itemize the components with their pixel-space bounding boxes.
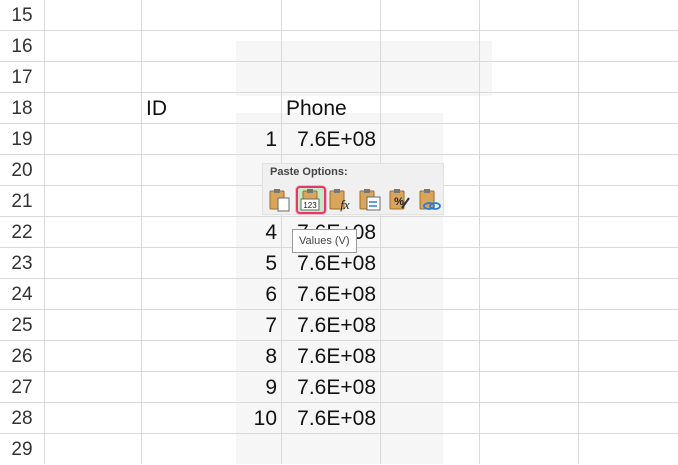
- paste-formulas-button[interactable]: fx: [327, 188, 353, 212]
- sheet-row: 15: [0, 0, 678, 31]
- row-number[interactable]: 26: [0, 341, 44, 372]
- values-number-label: 123: [303, 201, 317, 210]
- values-tooltip: Values (V): [292, 229, 357, 253]
- paste-formulas-icon: fx: [329, 189, 350, 212]
- row-number[interactable]: 27: [0, 372, 44, 403]
- row-number[interactable]: 20: [0, 155, 44, 186]
- row-number[interactable]: 28: [0, 403, 44, 434]
- paste-options-title: Paste Options:: [270, 166, 348, 178]
- row-number[interactable]: 19: [0, 124, 44, 155]
- sheet-row: 29: [0, 434, 678, 465]
- sheet-row: 17: [0, 62, 678, 93]
- id-cell[interactable]: 4: [236, 217, 277, 248]
- paste-formatting-button[interactable]: %: [387, 188, 413, 212]
- phone-cell[interactable]: 7.6E+08: [282, 403, 376, 434]
- row-number[interactable]: 16: [0, 31, 44, 62]
- sheet-row: 25 7 7.6E+08: [0, 310, 678, 341]
- transpose-button[interactable]: [357, 188, 383, 212]
- paste-link-icon: [419, 189, 441, 210]
- phone-header-cell[interactable]: Phone: [286, 93, 347, 124]
- paste-icon: [269, 189, 290, 212]
- sheet-row: 18 ID Phone: [0, 93, 678, 124]
- paste-values-button[interactable]: 123: [296, 186, 326, 214]
- id-cell[interactable]: 8: [236, 341, 277, 372]
- phone-cell[interactable]: 7.6E+08: [282, 310, 376, 341]
- row-number[interactable]: 17: [0, 62, 44, 93]
- row-number[interactable]: 24: [0, 279, 44, 310]
- sheet-row: 27 9 7.6E+08: [0, 372, 678, 403]
- row-number[interactable]: 23: [0, 248, 44, 279]
- id-header-cell[interactable]: ID: [146, 93, 167, 124]
- id-cell[interactable]: 1: [236, 124, 277, 155]
- sheet-row: 28 10 7.6E+08: [0, 403, 678, 434]
- row-number[interactable]: 18: [0, 93, 44, 124]
- row-number[interactable]: 22: [0, 217, 44, 248]
- row-number[interactable]: 15: [0, 0, 44, 31]
- phone-cell[interactable]: 7.6E+08: [282, 372, 376, 403]
- paste-link-button[interactable]: [417, 188, 443, 212]
- id-cell[interactable]: 5: [236, 248, 277, 279]
- id-cell[interactable]: 10: [236, 403, 277, 434]
- phone-cell[interactable]: 7.6E+08: [282, 341, 376, 372]
- sheet-row: 19 1 7.6E+08: [0, 124, 678, 155]
- transpose-icon: [359, 189, 381, 211]
- sheet-row: 24 6 7.6E+08: [0, 279, 678, 310]
- sheet-row: 16: [0, 31, 678, 62]
- row-number[interactable]: 21: [0, 186, 44, 217]
- sheet-row: 26 8 7.6E+08: [0, 341, 678, 372]
- svg-text:fx: fx: [340, 197, 350, 212]
- row-number[interactable]: 29: [0, 434, 44, 465]
- id-cell[interactable]: 6: [236, 279, 277, 310]
- row-number[interactable]: 25: [0, 310, 44, 341]
- id-cell[interactable]: 9: [236, 372, 277, 403]
- paste-button[interactable]: [267, 188, 293, 212]
- id-cell[interactable]: 7: [236, 310, 277, 341]
- paste-formatting-icon: %: [389, 189, 410, 210]
- phone-cell[interactable]: 7.6E+08: [282, 279, 376, 310]
- phone-cell[interactable]: 7.6E+08: [282, 124, 376, 155]
- paste-options-menu: Paste Options: 123 fx %: [262, 163, 444, 215]
- paste-values-icon: 123: [300, 189, 320, 211]
